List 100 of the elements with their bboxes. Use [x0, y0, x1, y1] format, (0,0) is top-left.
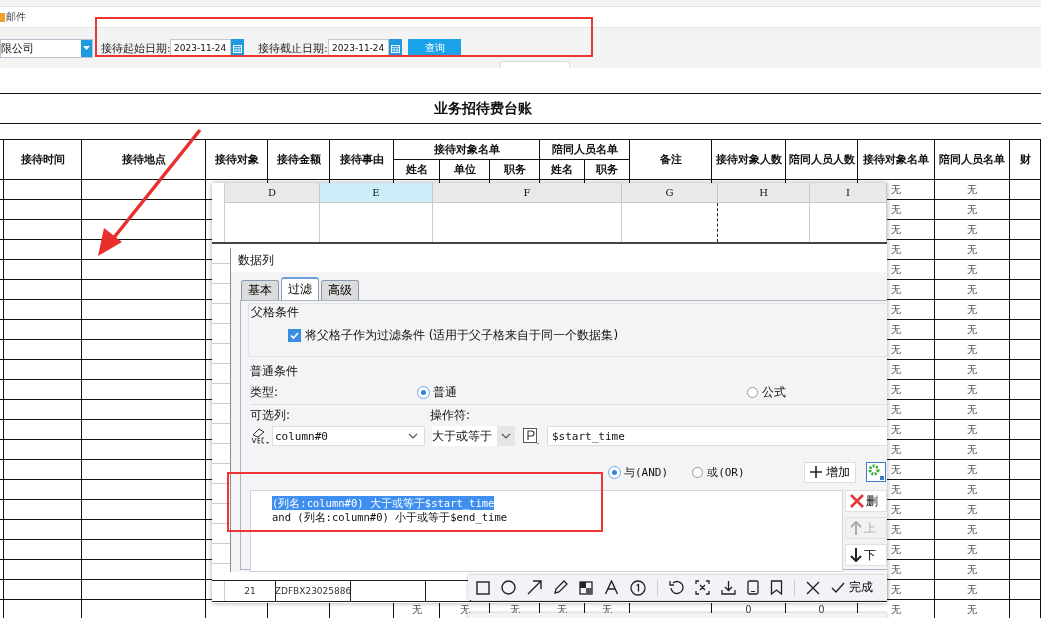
- column-type-icon[interactable]: [250, 427, 270, 445]
- download-icon[interactable]: [721, 580, 736, 595]
- pencil-tool-icon[interactable]: [553, 580, 568, 595]
- tab[interactable]: 过滤: [281, 277, 319, 300]
- bookmark-icon[interactable]: [770, 580, 783, 595]
- undo-icon[interactable]: [669, 580, 684, 595]
- column-header[interactable]: G: [665, 187, 674, 198]
- field-label: 操作符:: [430, 406, 471, 424]
- table-cell: 无: [891, 282, 901, 297]
- column-header: 接待对象人数: [715, 152, 782, 167]
- table-cell: 无: [891, 582, 901, 597]
- field-label: 接待截止日期:: [258, 40, 328, 56]
- dialog-title: 数据列: [238, 251, 274, 269]
- mail-icon: [0, 12, 5, 22]
- table-cell: 无: [891, 302, 901, 317]
- table-cell: 无: [967, 362, 977, 377]
- column-select[interactable]: column#0: [272, 426, 425, 446]
- table-cell: 无: [967, 542, 977, 557]
- column-group-header: 接待对象名单: [433, 142, 500, 157]
- column-header: 职务: [503, 162, 526, 177]
- table-cell: 无: [967, 222, 977, 237]
- table-cell: 无: [967, 182, 977, 197]
- column-header: 接待时间: [20, 152, 65, 167]
- table-cell: 0: [745, 604, 752, 615]
- value-field[interactable]: $start_time: [547, 426, 887, 446]
- table-cell: 无: [891, 462, 901, 477]
- tab[interactable]: 基本: [241, 280, 279, 300]
- field-label: 接待起始日期:: [101, 40, 170, 56]
- table-cell: 无: [967, 482, 977, 497]
- column-header: 财: [1019, 152, 1031, 167]
- number-tool-icon[interactable]: [630, 579, 646, 596]
- arrow-tool-icon[interactable]: [527, 580, 542, 595]
- table-cell: 无: [891, 342, 901, 357]
- column-header[interactable]: D: [268, 187, 276, 198]
- section-title: 父格条件: [251, 305, 299, 319]
- phone-icon[interactable]: [747, 580, 759, 595]
- table-cell: 无: [891, 602, 901, 617]
- collapse-handle[interactable]: [500, 61, 570, 68]
- radio-option[interactable]: 公式: [747, 383, 786, 401]
- column-header[interactable]: F: [523, 187, 531, 198]
- dropdown-caret-icon: [408, 433, 418, 439]
- scan-icon[interactable]: [695, 580, 710, 595]
- mosaic-tool-icon[interactable]: [579, 580, 593, 595]
- circle-tool-icon[interactable]: [501, 580, 516, 595]
- table-cell: 无: [967, 342, 977, 357]
- close-icon[interactable]: [806, 580, 820, 595]
- company-select[interactable]: 限公司: [0, 38, 93, 58]
- table-cell: 无: [967, 282, 977, 297]
- rectangle-tool-icon[interactable]: [476, 580, 490, 595]
- column-header: 职务: [596, 162, 618, 177]
- column-header: 接待事由: [339, 152, 384, 167]
- up-arrow-icon: [850, 521, 862, 535]
- dropdown-caret-icon: [501, 433, 511, 439]
- menu-item[interactable]: 邮件: [6, 10, 26, 24]
- table-cell: 无: [967, 442, 977, 457]
- table-cell: 无: [967, 322, 977, 337]
- table-cell: 无: [967, 422, 977, 437]
- finish-button[interactable]: 完成: [831, 579, 873, 596]
- section-title: 普通条件: [250, 364, 298, 378]
- table-cell: 无: [967, 602, 977, 617]
- dropdown-caret-icon: [83, 46, 90, 50]
- tab[interactable]: 高级: [321, 280, 359, 300]
- condition-item[interactable]: and (列名:column#0) 小于或等于$end_time: [272, 510, 508, 524]
- table-cell: 无: [891, 182, 901, 197]
- checkbox[interactable]: [288, 329, 301, 342]
- column-header: 接待对象名单: [863, 152, 929, 167]
- table-cell: 无: [891, 322, 901, 337]
- table-cell: 无: [891, 442, 901, 457]
- report-title: 业务招待费台账: [434, 99, 532, 118]
- column-header: 姓名: [405, 162, 428, 177]
- column-header[interactable]: H: [759, 187, 768, 198]
- table-cell: 0: [818, 604, 825, 615]
- radio-option[interactable]: 或(OR): [692, 464, 745, 480]
- plus-icon: [809, 466, 822, 478]
- table-cell: 无: [967, 462, 977, 477]
- column-header[interactable]: E: [372, 187, 380, 198]
- text-tool-icon[interactable]: [604, 580, 619, 595]
- column-header[interactable]: I: [846, 187, 850, 198]
- table-cell: 无: [967, 582, 977, 597]
- gear-icon[interactable]: [865, 462, 886, 482]
- table-cell: 无: [967, 382, 977, 397]
- table-cell: 无: [891, 362, 901, 377]
- table-cell: 无: [891, 402, 901, 417]
- column-header: 陪同人员人数: [788, 152, 855, 167]
- column-header: 接待金额: [276, 152, 321, 167]
- parameter-icon[interactable]: [523, 427, 539, 445]
- table-cell: 无: [967, 302, 977, 317]
- radio-option[interactable]: 普通: [418, 383, 457, 401]
- column-header: 陪同人员名单: [939, 152, 1005, 167]
- table-cell: 无: [891, 242, 901, 257]
- radio-option[interactable]: 与(AND): [609, 464, 669, 480]
- table-cell: 无: [891, 542, 901, 557]
- checkbox-label: 将父格子作为过滤条件 (适用于父子格来自于同一个数据集): [305, 327, 619, 344]
- delete-button[interactable]: 删: [845, 490, 887, 512]
- operator-select[interactable]: 大于或等于: [432, 426, 515, 446]
- table-cell: 无: [891, 562, 901, 577]
- add-button[interactable]: 增加: [803, 461, 856, 483]
- table-cell: 无: [891, 382, 901, 397]
- move-down-button[interactable]: 下: [845, 544, 887, 566]
- table-cell: 无: [967, 562, 977, 577]
